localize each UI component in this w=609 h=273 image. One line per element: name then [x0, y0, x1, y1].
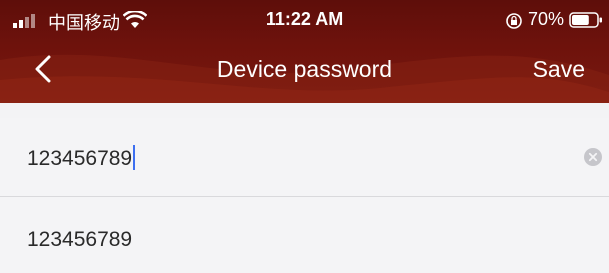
password-field-value: 123456789 [27, 147, 133, 170]
password-input-row[interactable]: 123456789 [0, 118, 609, 198]
password-confirm-row[interactable]: 123456789 [0, 198, 609, 273]
status-bar: 中国移动 11:22 AM 70% [0, 0, 609, 40]
text-cursor [133, 145, 136, 170]
clear-icon[interactable] [584, 148, 602, 166]
confirm-password-field[interactable]: 123456789 [27, 228, 132, 252]
page-title: Device password [216, 56, 393, 82]
password-field[interactable]: 123456789 [27, 145, 136, 171]
navigation-bar: Device password Save [0, 43, 609, 99]
battery-percentage: 70% [528, 9, 565, 29]
save-button[interactable]: Save [533, 56, 585, 83]
battery-icon [569, 12, 602, 28]
row-divider [0, 196, 609, 197]
rotation-lock-icon [506, 13, 522, 29]
header-bar: 中国移动 11:22 AM 70% Device password Save [0, 0, 609, 103]
